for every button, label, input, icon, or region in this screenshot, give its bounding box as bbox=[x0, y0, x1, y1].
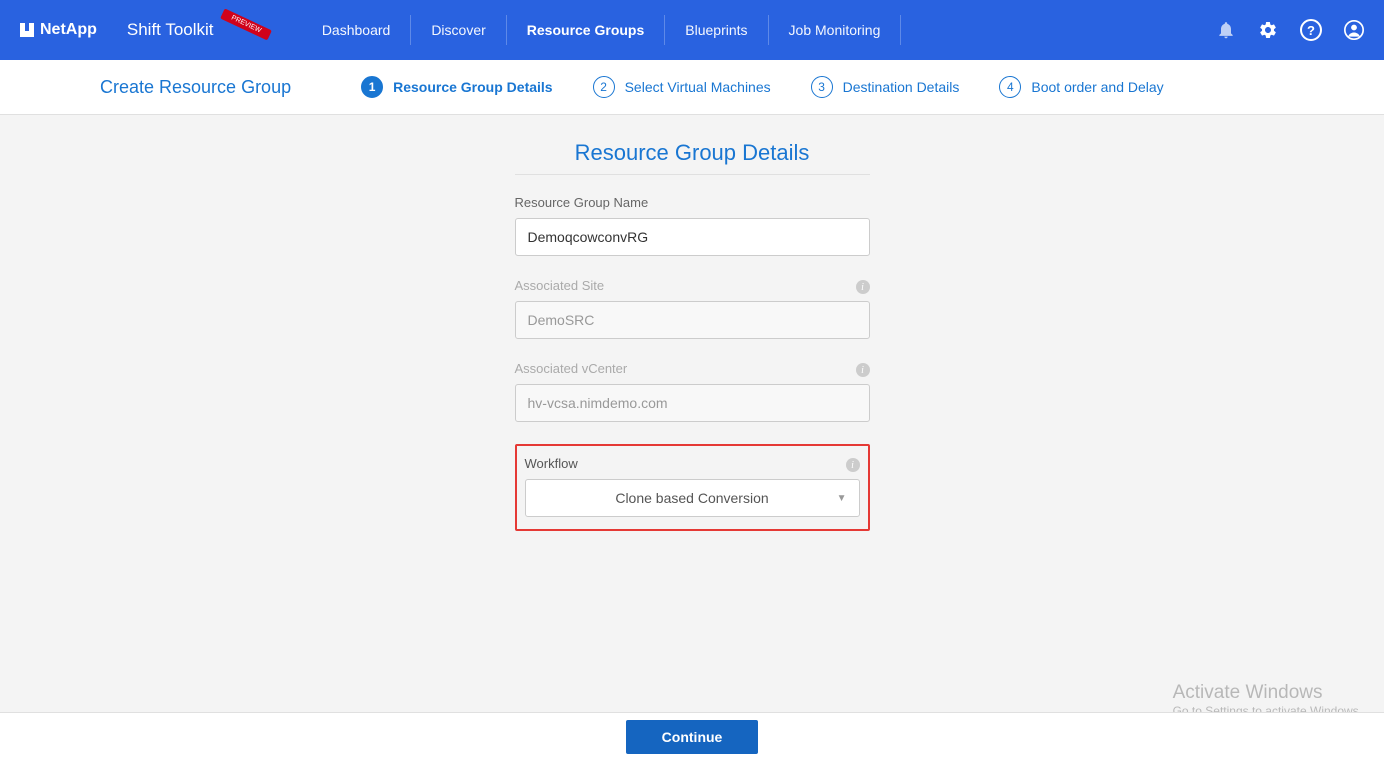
topbar: NetApp Shift Toolkit PREVIEW Dashboard D… bbox=[0, 0, 1384, 60]
nav-job-monitoring[interactable]: Job Monitoring bbox=[769, 15, 902, 45]
bell-icon[interactable] bbox=[1216, 20, 1236, 40]
step-2[interactable]: 2 Select Virtual Machines bbox=[593, 76, 771, 98]
info-icon[interactable]: i bbox=[856, 280, 870, 294]
step-4-label: Boot order and Delay bbox=[1031, 79, 1163, 95]
workflow-selected-value: Clone based Conversion bbox=[615, 490, 768, 506]
step-2-label: Select Virtual Machines bbox=[625, 79, 771, 95]
form-heading: Resource Group Details bbox=[0, 140, 1384, 166]
watermark-line1: Activate Windows bbox=[1173, 682, 1362, 704]
help-icon[interactable]: ? bbox=[1300, 19, 1322, 41]
company-name: NetApp bbox=[40, 21, 97, 39]
vcenter-label: Associated vCenter bbox=[515, 361, 870, 376]
step-1-number: 1 bbox=[361, 76, 383, 98]
step-4[interactable]: 4 Boot order and Delay bbox=[999, 76, 1163, 98]
step-2-number: 2 bbox=[593, 76, 615, 98]
site-input bbox=[515, 301, 870, 339]
gear-icon[interactable] bbox=[1258, 20, 1278, 40]
nav-blueprints[interactable]: Blueprints bbox=[665, 15, 768, 45]
netapp-logo-icon bbox=[20, 23, 34, 37]
rg-name-input[interactable] bbox=[515, 218, 870, 256]
continue-button[interactable]: Continue bbox=[626, 720, 759, 754]
footer-bar: Continue bbox=[0, 712, 1384, 760]
rg-name-label: Resource Group Name bbox=[515, 195, 870, 210]
site-label: Associated Site bbox=[515, 278, 870, 293]
brand-logo: NetApp bbox=[20, 21, 97, 39]
workflow-highlight: Workflow i Clone based Conversion ▼ bbox=[515, 444, 870, 531]
info-icon[interactable]: i bbox=[856, 363, 870, 377]
nav-discover[interactable]: Discover bbox=[411, 15, 506, 45]
chevron-down-icon: ▼ bbox=[837, 493, 847, 504]
step-3[interactable]: 3 Destination Details bbox=[811, 76, 960, 98]
step-3-label: Destination Details bbox=[843, 79, 960, 95]
product-name: Shift Toolkit PREVIEW bbox=[127, 20, 272, 40]
main-content: Resource Group Details Resource Group Na… bbox=[0, 115, 1384, 531]
field-workflow: Workflow i Clone based Conversion ▼ bbox=[525, 456, 860, 517]
field-rg-name: Resource Group Name bbox=[515, 195, 870, 256]
info-icon[interactable]: i bbox=[846, 458, 860, 472]
step-4-number: 4 bbox=[999, 76, 1021, 98]
workflow-label: Workflow bbox=[525, 456, 860, 471]
step-3-number: 3 bbox=[811, 76, 833, 98]
page-title: Create Resource Group bbox=[100, 77, 291, 98]
field-associated-vcenter: Associated vCenter i bbox=[515, 361, 870, 422]
step-1[interactable]: 1 Resource Group Details bbox=[361, 76, 553, 98]
wizard-header: Create Resource Group 1 Resource Group D… bbox=[0, 60, 1384, 115]
top-nav: Dashboard Discover Resource Groups Bluep… bbox=[302, 15, 902, 45]
nav-resource-groups[interactable]: Resource Groups bbox=[507, 15, 665, 45]
user-icon[interactable] bbox=[1344, 20, 1364, 40]
resource-group-form: Resource Group Name Associated Site i As… bbox=[515, 195, 870, 531]
step-1-label: Resource Group Details bbox=[393, 79, 553, 95]
field-associated-site: Associated Site i bbox=[515, 278, 870, 339]
topbar-actions: ? bbox=[1216, 19, 1364, 41]
vcenter-input bbox=[515, 384, 870, 422]
divider bbox=[515, 174, 870, 175]
preview-badge: PREVIEW bbox=[220, 8, 272, 40]
workflow-select[interactable]: Clone based Conversion ▼ bbox=[525, 479, 860, 517]
nav-dashboard[interactable]: Dashboard bbox=[302, 15, 412, 45]
